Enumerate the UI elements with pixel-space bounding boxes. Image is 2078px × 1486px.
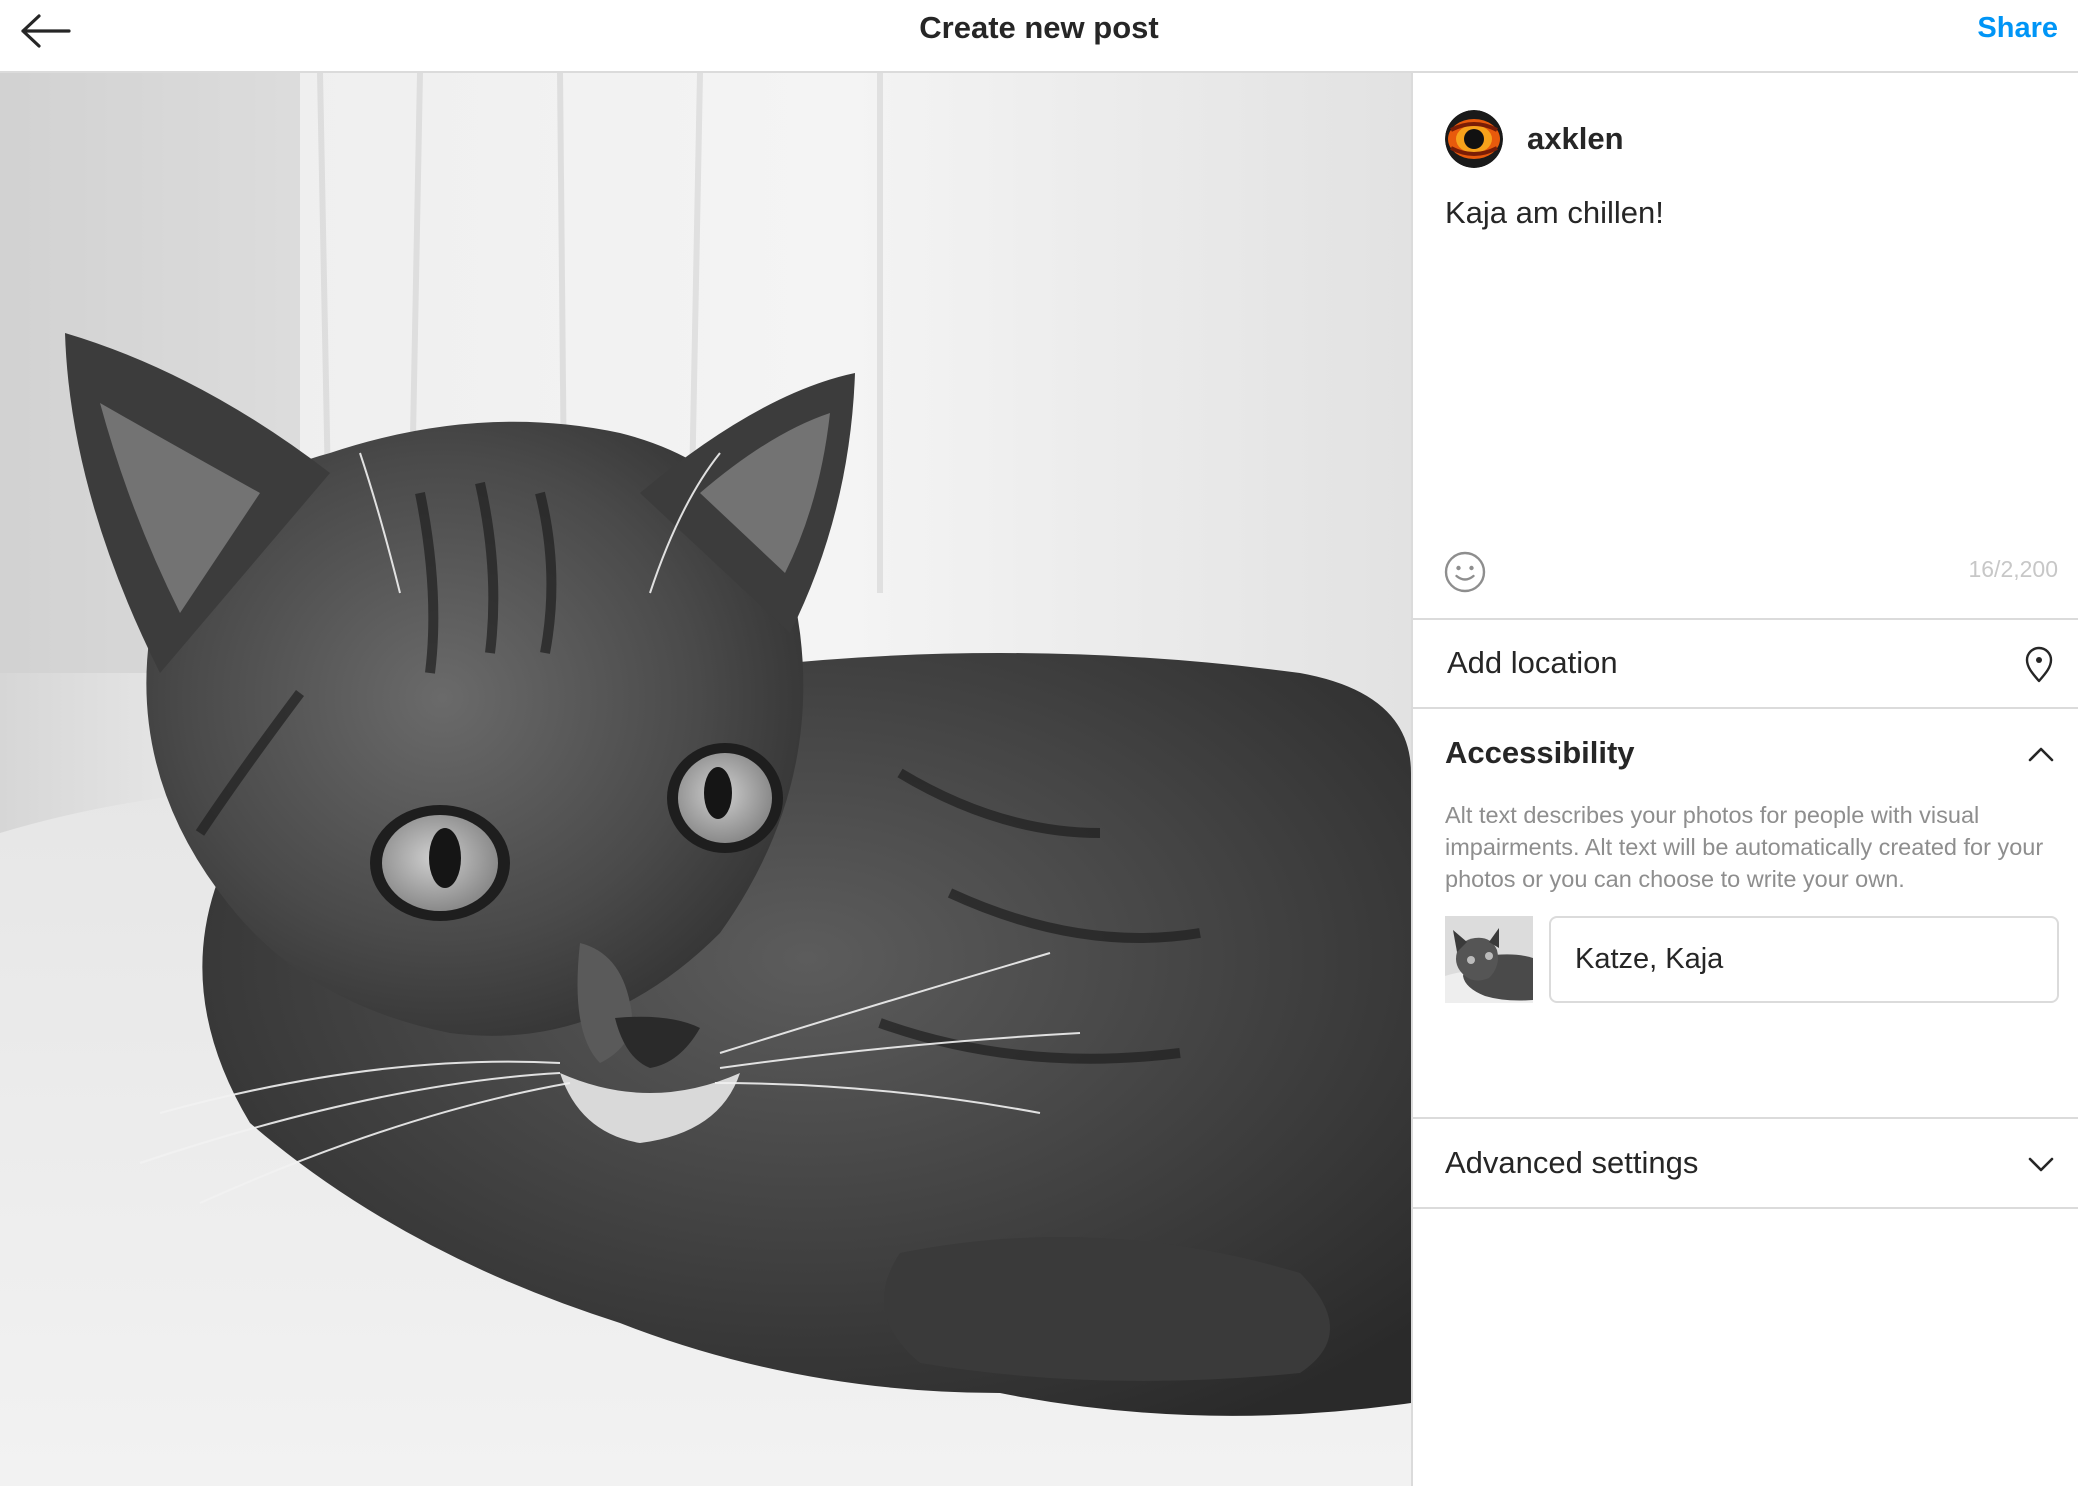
alt-text-row — [1445, 916, 2065, 1003]
avatar — [1445, 110, 1503, 168]
add-location-label: Add location — [1447, 645, 1618, 680]
accessibility-title: Accessibility — [1445, 735, 1635, 770]
emoji-button[interactable] — [1443, 550, 1487, 594]
author-row: axklen — [1445, 109, 1624, 169]
cat-photo-image — [0, 73, 1411, 1486]
character-count: 16/2,200 — [1968, 556, 2058, 582]
divider — [1413, 1207, 2078, 1209]
chevron-down-icon — [2028, 1157, 2054, 1172]
chevron-up-icon — [2028, 747, 2054, 762]
alt-text-input[interactable] — [1549, 916, 2059, 1003]
smiley-icon — [1444, 551, 1486, 593]
share-button[interactable]: Share — [1977, 0, 2058, 56]
photo-thumbnail — [1445, 916, 1533, 1003]
accessibility-toggle[interactable]: Accessibility — [1413, 709, 2078, 797]
post-details-panel: axklen Kaja am chillen! 16/2,200 Add loc… — [1411, 73, 2078, 1486]
advanced-settings-label: Advanced settings — [1445, 1145, 1699, 1180]
accessibility-description: Alt text describes your photos for peopl… — [1445, 802, 2044, 892]
advanced-settings-toggle[interactable]: Advanced settings — [1413, 1119, 2078, 1207]
username: axklen — [1527, 121, 1624, 156]
post-photo — [0, 73, 1411, 1486]
top-bar: Create new post Share — [0, 0, 2078, 73]
add-location-row[interactable]: Add location — [1413, 619, 2078, 707]
caption-textarea[interactable]: Kaja am chillen! — [1445, 193, 2055, 233]
location-pin-icon — [2025, 646, 2053, 683]
page-title: Create new post — [919, 10, 1159, 45]
